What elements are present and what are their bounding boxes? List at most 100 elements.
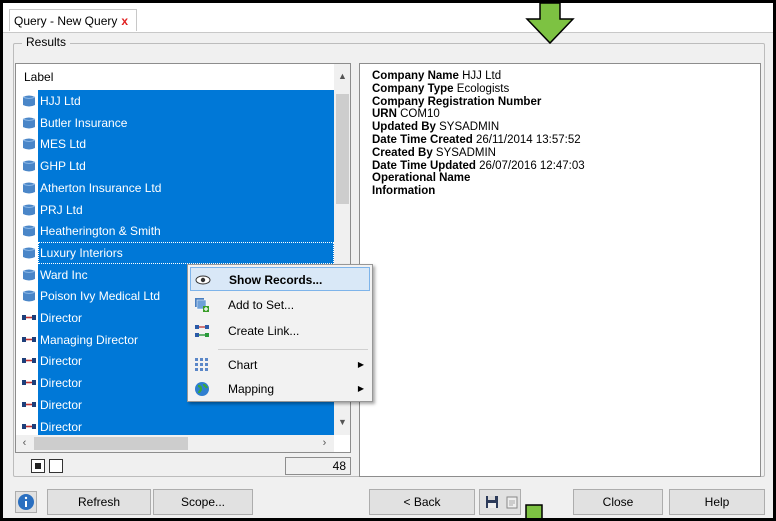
menu-item-label: Chart [228, 358, 258, 372]
menu-item-label: Mapping [228, 382, 275, 396]
list-item[interactable]: Luxury Interiors [16, 241, 334, 264]
chart-icon [195, 358, 208, 371]
list-item-label: Butler Insurance [40, 115, 128, 130]
detail-key: Company Registration Number [372, 95, 542, 108]
detail-key: Date Time Updated [372, 159, 476, 172]
menu-item-create-link[interactable]: Create Link... [190, 319, 370, 343]
detail-line: Date Time Updated 26/07/2016 12:47:03 [372, 160, 585, 173]
company-icon [22, 290, 36, 302]
list-item-label: Director [40, 311, 83, 325]
detail-line: URN COM10 [372, 108, 585, 121]
record-details-panel: Company Name HJJ Ltd Company Type Ecologi… [359, 63, 761, 477]
tab-bar: Query - New Query x [3, 3, 773, 33]
detail-key: Date Time Created [372, 133, 473, 146]
create-link-icon [195, 325, 209, 337]
horizontal-scroll-thumb[interactable] [34, 437, 188, 450]
list-item[interactable]: MES Ltd [16, 133, 334, 156]
menu-item-add-to-set[interactable]: Add to Set... [190, 293, 370, 317]
detail-value: SYSADMIN [435, 146, 496, 159]
menu-item-label: Show Records... [229, 273, 323, 287]
company-icon [22, 138, 36, 150]
scroll-right-icon[interactable]: › [316, 435, 333, 452]
list-item-label: PRJ Ltd [40, 202, 83, 217]
menu-item-mapping[interactable]: Mapping ▶ [190, 377, 370, 401]
detail-value: COM10 [400, 108, 440, 121]
eye-icon [195, 275, 211, 285]
link-icon [22, 423, 36, 429]
vertical-scroll-thumb[interactable] [336, 94, 349, 204]
detail-line: Company Registration Number [372, 96, 585, 109]
refresh-button[interactable]: Refresh [47, 489, 151, 515]
link-icon [22, 358, 36, 364]
record-details: Company Name HJJ Ltd Company Type Ecologi… [372, 70, 585, 198]
list-item-label: Director [40, 376, 83, 391]
detail-key: URN [372, 108, 397, 121]
query-window: Query - New Query x Results Label HJJ Ltd… [0, 0, 776, 521]
tab-new-query[interactable]: Query - New Query x [9, 9, 138, 31]
detail-value: 26/07/2016 12:47:03 [479, 159, 585, 172]
detail-value: Ecologists [456, 82, 510, 95]
link-icon [22, 380, 36, 386]
list-item[interactable]: Heatherington & Smith [16, 220, 334, 243]
list-item[interactable]: HJJ Ltd [16, 90, 334, 112]
menu-item-label: Add to Set... [228, 298, 295, 312]
list-item-label: Poison Ivy Medical Ltd [40, 289, 161, 304]
context-menu: Show Records... Add to Set... Create Lin… [187, 264, 373, 402]
scroll-left-icon[interactable]: ‹ [16, 435, 33, 452]
select-all-icon[interactable] [31, 459, 45, 473]
link-icon [22, 315, 36, 320]
list-item-label: Ward Inc [40, 267, 88, 282]
detail-key: Created By [372, 146, 433, 159]
detail-line: Operational Name [372, 172, 585, 185]
company-icon [22, 117, 36, 129]
scope-button[interactable]: Scope... [153, 489, 253, 515]
list-item-label: MES Ltd [40, 137, 87, 152]
tab-close-icon[interactable]: x [121, 14, 128, 28]
menu-item-chart[interactable]: Chart ▶ [190, 353, 370, 377]
save-icon [486, 496, 498, 508]
list-item-label: Luxury Interiors [40, 245, 123, 260]
results-title: Results [22, 35, 71, 49]
menu-separator [218, 349, 368, 350]
label-column-header[interactable]: Label [24, 70, 53, 84]
link-icon [22, 401, 36, 407]
help-button[interactable]: Help [669, 489, 765, 515]
detail-line: Date Time Created 26/11/2014 13:57:52 [372, 134, 585, 147]
tab-title: Query - New Query [14, 14, 118, 28]
info-icon [18, 494, 34, 510]
detail-line: Updated By SYSADMIN [372, 121, 585, 134]
detail-line: Company Name HJJ Ltd [372, 70, 585, 83]
menu-item-show-records[interactable]: Show Records... [190, 267, 370, 291]
list-item[interactable]: Director [16, 415, 334, 436]
list-item-label: Director [40, 419, 83, 434]
submenu-arrow-icon: ▶ [357, 360, 364, 369]
select-none-icon[interactable] [49, 459, 63, 473]
link-icon [22, 336, 36, 342]
info-button[interactable] [15, 491, 37, 513]
submenu-arrow-icon: ▶ [357, 384, 364, 393]
list-item[interactable]: Atherton Insurance Ltd [16, 176, 334, 199]
company-icon [22, 182, 36, 194]
company-icon [22, 95, 36, 107]
list-item-label: Atherton Insurance Ltd [40, 180, 162, 195]
company-icon [22, 247, 36, 259]
close-button[interactable]: Close [573, 489, 663, 515]
detail-key: Operational Name [372, 172, 471, 185]
horizontal-scrollbar[interactable]: ‹ › [16, 435, 334, 452]
list-item-label: Heatherington & Smith [40, 224, 161, 239]
save-button[interactable] [479, 489, 521, 515]
list-item[interactable]: PRJ Ltd [16, 198, 334, 221]
company-icon [22, 225, 36, 237]
list-item-label: Director [40, 397, 83, 412]
list-item[interactable]: Butler Insurance [16, 111, 334, 134]
list-item-label: GHP Ltd [40, 159, 86, 174]
detail-value: 26/11/2014 13:57:52 [475, 133, 581, 146]
annotation-arrow-down-icon [525, 3, 575, 45]
back-button[interactable]: < Back [369, 489, 475, 515]
scroll-up-icon[interactable]: ▲ [334, 68, 350, 85]
scroll-down-icon[interactable]: ▼ [334, 414, 350, 431]
detail-line: Information [372, 185, 585, 198]
company-icon [22, 269, 36, 281]
selection-highlight [38, 415, 334, 436]
list-item[interactable]: GHP Ltd [16, 155, 334, 178]
